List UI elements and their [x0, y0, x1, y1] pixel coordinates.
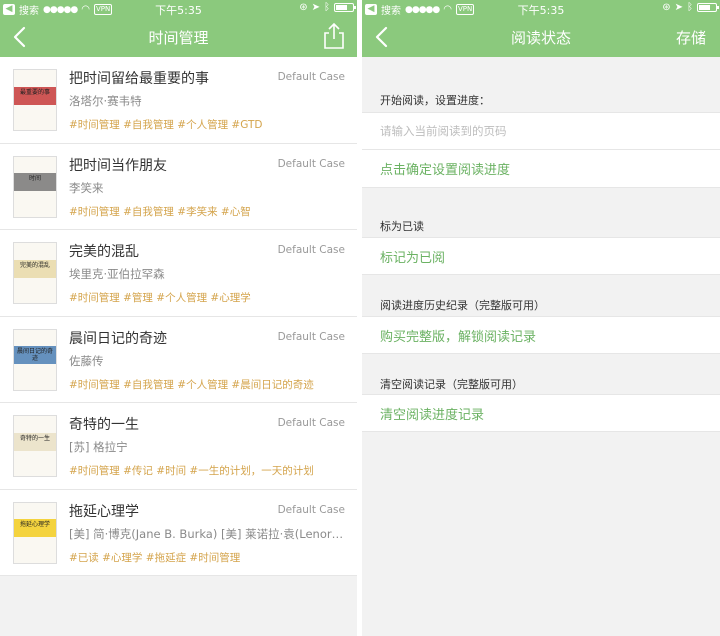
book-row[interactable]: 时间 把时间当作朋友 Default Case 李笑来 #时间管理 #自我管理 #李笑来…	[0, 144, 357, 230]
status-bar: ◀ 搜索 ●●●●● ◠ VPN 下午5:35 ⊛ ➤ ᛒ	[0, 0, 357, 17]
book-author: 埃里克·亚伯拉罕森	[69, 267, 165, 281]
book-title: 把时间留给最重要的事	[69, 71, 209, 87]
book-cover-image: 晨间日记的奇迹	[13, 328, 57, 391]
book-case-label: Default Case	[277, 503, 345, 516]
book-list: 最重要的事 把时间留给最重要的事 Default Case 洛塔尔·赛韦特 #时间管理 …	[0, 57, 357, 576]
buy-full-row[interactable]: 购买完整版，解锁阅读记录	[362, 316, 720, 354]
share-icon[interactable]	[323, 22, 345, 50]
book-author: 佐藤传	[69, 353, 104, 368]
cover-text: 完美的混乱	[19, 261, 50, 269]
book-case-label: Default Case	[277, 157, 345, 170]
cover-text: 最重要的事	[19, 88, 50, 96]
cover-text: 晨间日记的奇迹	[16, 348, 53, 363]
mark-read-row[interactable]: 标记为已阅	[362, 237, 720, 275]
book-title: 奇特的一生	[69, 417, 139, 433]
clear-records-label: 清空阅读记录（完整版可用）	[380, 378, 523, 391]
book-row[interactable]: 晨间日记的奇迹 晨间日记的奇迹 Default Case 佐藤传 #时间管理 #自我管理…	[0, 317, 357, 403]
cover-text: 拖延心理学	[19, 521, 50, 529]
page-title: 阅读状态	[510, 29, 571, 47]
book-tags: #已读 #心理学 #拖延症 #时间管理	[69, 551, 241, 564]
rotation-lock-icon: ⊛	[299, 2, 308, 13]
page-title: 时间管理	[148, 29, 209, 47]
book-title: 把时间当作朋友	[69, 157, 167, 174]
book-tags: #时间管理 #传记 #时间 #一生的计划，一天的计划	[69, 465, 314, 477]
save-button[interactable]: 存储	[676, 27, 706, 48]
nav-bar: 时间管理	[0, 17, 357, 57]
page-number-input[interactable]	[362, 113, 720, 149]
reading-status-screen: ◀ 搜索 ●●●●● ◠ VPN 下午5:35 ⊛ ➤ ᛒ 阅读状态 存储 开始…	[362, 0, 720, 636]
book-author: 李笑来	[69, 180, 104, 195]
book-cover-image: 最重要的事	[13, 69, 57, 131]
bluetooth-icon: ᛒ	[324, 2, 330, 13]
book-title: 完美的混乱	[69, 244, 139, 260]
book-author: 洛塔尔·赛韦特	[69, 94, 142, 108]
book-author: [苏] 格拉宁	[69, 440, 128, 454]
book-row[interactable]: 最重要的事 把时间留给最重要的事 Default Case 洛塔尔·赛韦特 #时间管理 …	[0, 57, 357, 144]
book-tags: #时间管理 #自我管理 #个人管理 #晨间日记的奇迹	[69, 378, 314, 391]
start-reading-label: 开始阅读，设置进度：	[380, 94, 490, 107]
book-cover-image: 完美的混乱	[13, 242, 57, 304]
status-bar: ◀ 搜索 ●●●●● ◠ VPN 下午5:35 ⊛ ➤ ᛒ	[362, 0, 720, 17]
book-row[interactable]: 拖延心理学 拖延心理学 Default Case [美] 简·博克(Jane B. B…	[0, 490, 357, 576]
battery-icon	[697, 3, 719, 12]
cover-text: 奇特的一生	[19, 434, 50, 442]
book-tags: #时间管理 #管理 #个人管理 #心理学	[69, 292, 251, 304]
book-row[interactable]: 奇特的一生 奇特的一生 Default Case [苏] 格拉宁 #时间管理 #传记 #…	[0, 403, 357, 490]
book-case-label: Default Case	[277, 71, 345, 83]
location-icon: ➤	[674, 2, 683, 13]
book-cover-image: 奇特的一生	[13, 415, 57, 477]
book-tags: #时间管理 #自我管理 #个人管理 #GTD	[69, 119, 263, 131]
book-row[interactable]: 完美的混乱 完美的混乱 Default Case 埃里克·亚伯拉罕森 #时间管理 #管理…	[0, 230, 357, 317]
book-tags: #时间管理 #自我管理 #李笑来 #心智	[69, 205, 251, 218]
buy-full-version-button[interactable]: 购买完整版，解锁阅读记录	[380, 326, 536, 345]
book-cover-image: 时间	[13, 155, 57, 218]
confirm-progress-button[interactable]: 点击确定设置阅读进度	[380, 159, 510, 178]
location-icon: ➤	[311, 2, 320, 13]
cover-text: 时间	[28, 175, 41, 183]
book-title: 拖延心理学	[69, 503, 139, 520]
mark-read-label: 标为已读	[380, 220, 424, 233]
history-label: 阅读进度历史纪录（完整版可用）	[380, 299, 545, 312]
clear-records-row[interactable]: 清空阅读进度记录	[362, 394, 720, 432]
mark-read-button[interactable]: 标记为已阅	[380, 247, 445, 266]
book-author: [美] 简·博克(Jane B. Burka) [美] 莱诺拉·袁(Lenora…	[69, 526, 347, 541]
confirm-progress-row[interactable]: 点击确定设置阅读进度	[362, 150, 720, 188]
book-case-label: Default Case	[277, 417, 345, 429]
book-case-label: Default Case	[277, 244, 345, 256]
book-cover-image: 拖延心理学	[13, 501, 57, 564]
book-title: 晨间日记的奇迹	[69, 330, 167, 347]
rotation-lock-icon: ⊛	[662, 2, 671, 13]
page-input-row	[362, 112, 720, 150]
bluetooth-icon: ᛒ	[687, 2, 693, 13]
book-list-screen: ◀ 搜索 ●●●●● ◠ VPN 下午5:35 ⊛ ➤ ᛒ 时间管理 最重要的事…	[0, 0, 357, 636]
book-case-label: Default Case	[277, 330, 345, 343]
clear-progress-button[interactable]: 清空阅读进度记录	[380, 404, 484, 423]
nav-bar: 阅读状态 存储	[362, 17, 720, 57]
battery-icon	[334, 3, 356, 12]
